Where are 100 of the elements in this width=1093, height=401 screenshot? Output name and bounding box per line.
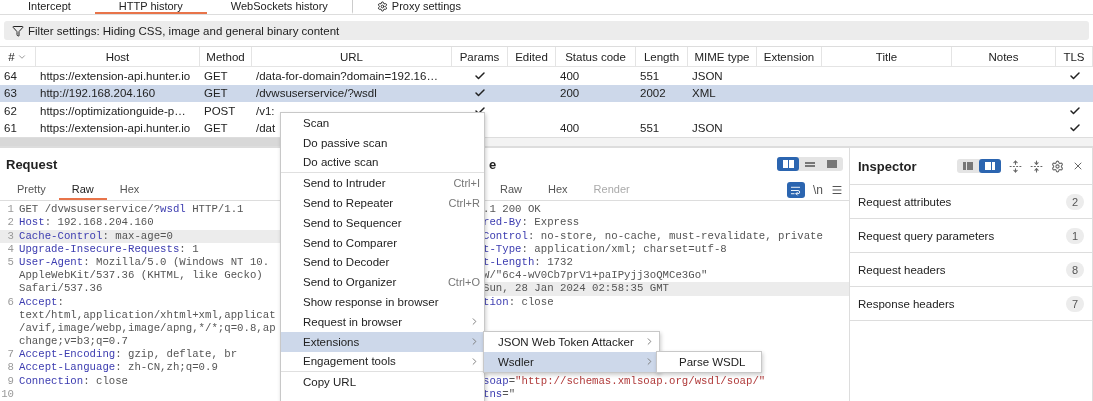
tab[interactable]: Raw — [58, 180, 107, 201]
code-line: Accept: — [19, 295, 64, 309]
wrap-toggle[interactable] — [787, 182, 805, 199]
panel-title: Request — [6, 156, 58, 172]
count-badge: 1 — [1065, 227, 1084, 244]
check-icon — [474, 69, 486, 82]
menu-item[interactable]: Engagement tools — [281, 351, 484, 372]
table-cell: 400 — [560, 69, 580, 82]
table-cell: GET — [204, 87, 228, 100]
inspector-section[interactable]: Request query parameters 1 — [850, 219, 1092, 254]
code-line: t-Length: 1732 — [483, 255, 573, 270]
check-icon — [1068, 104, 1081, 117]
inspector-section[interactable]: Request attributes 2 — [850, 185, 1092, 220]
newline-toggle[interactable]: \n — [813, 183, 823, 198]
settings-icon — [1051, 159, 1064, 173]
menu-item[interactable]: Wsdler — [484, 351, 659, 372]
line-number: 3 — [6, 229, 15, 243]
table-cell: /dat — [256, 122, 276, 135]
column-header[interactable]: Title — [822, 47, 952, 67]
line-number: 4 — [6, 242, 15, 256]
column-header[interactable]: Extension — [757, 47, 822, 67]
table-cell: 200 — [560, 87, 580, 100]
count-badge: 7 — [1065, 295, 1084, 312]
panel-title: Inspector — [858, 158, 917, 174]
menu-item[interactable]: Send to Comparer — [281, 232, 484, 253]
tab[interactable]: HTTP history — [94, 0, 207, 14]
line-number: 9 — [6, 374, 15, 388]
line-number: 6 — [6, 295, 15, 309]
menu-item[interactable]: Send to Repeater Ctrl+R — [281, 193, 484, 213]
line-number: 10 — [0, 387, 15, 401]
line-number: 2 — [6, 216, 15, 230]
side-layout-icon — [985, 162, 995, 171]
filter-bar[interactable]: Filter settings: Hiding CSS, image and general binary content — [4, 21, 1089, 41]
table-cell: 551 — [640, 122, 660, 135]
table-cell: 2002 — [640, 87, 666, 100]
tab[interactable]: Intercept — [4, 0, 95, 14]
menu-item[interactable]: Parse WSDL — [657, 352, 761, 372]
column-header[interactable]: TLS — [1056, 47, 1093, 67]
expand-vertical-icon — [1009, 159, 1022, 173]
collapse-vertical-icon — [1030, 159, 1043, 173]
column-header[interactable]: URL — [252, 47, 452, 67]
table-cell: https://optimizationguide-p… — [40, 104, 186, 117]
split-columns-icon — [782, 160, 794, 169]
single-pane-icon — [827, 160, 837, 169]
table-cell: /dvwsuserservice/?wsdl — [256, 87, 377, 100]
layout-toggle[interactable] — [777, 157, 799, 172]
menu-item[interactable]: Extensions — [281, 331, 484, 352]
line-number: 7 — [6, 348, 15, 362]
table-cell: 62 — [4, 104, 17, 117]
check-icon — [1068, 69, 1081, 82]
table-cell: /data-for-domain?domain=192.16… — [256, 69, 438, 82]
inspector-section[interactable]: Response headers 7 — [850, 287, 1092, 322]
menu-item[interactable]: Copy URL — [281, 372, 484, 393]
tab[interactable]: Raw — [487, 180, 535, 201]
table-cell: XML — [692, 87, 716, 100]
code-line: t-Type: application/xml; charset=utf-8 — [483, 242, 727, 256]
column-header[interactable]: Params — [452, 47, 508, 67]
code-line: text/html,application/xhtml+xml,applicat — [19, 308, 276, 322]
code-line: W/"6c4-wV0Cb7prV1+paIPyjj3oQMCe3Go" — [483, 269, 708, 283]
code-line: Safari/537.36 — [19, 282, 103, 296]
menu-item[interactable]: Request in browser — [281, 311, 484, 332]
menu-item[interactable]: Do active scan — [281, 152, 484, 173]
column-header[interactable]: Edited — [508, 47, 556, 67]
tab[interactable]: Hex — [106, 180, 153, 201]
code-line: change;v=b3;q=0.7 — [19, 335, 129, 349]
menu-item[interactable]: Send to Sequencer — [281, 213, 484, 233]
menu-item[interactable]: Send to Decoder — [281, 252, 484, 273]
table-cell: 61 — [4, 122, 17, 135]
tab[interactable]: Hex — [535, 180, 581, 201]
menu-item[interactable]: Send to Organizer Ctrl+O — [281, 272, 484, 293]
code-line: .1 200 OK — [483, 203, 541, 217]
layout-toggle[interactable] — [979, 159, 1001, 174]
table-cell: JSON — [692, 69, 723, 82]
table-cell: 400 — [560, 122, 580, 135]
filter-icon — [12, 24, 24, 37]
column-header[interactable]: Notes — [952, 47, 1056, 67]
table-cell: 63 — [4, 87, 17, 100]
inspector-section[interactable]: Request headers 8 — [850, 253, 1092, 288]
column-header[interactable]: Host — [36, 47, 200, 67]
panel-title: e — [489, 156, 497, 172]
code-line: Upgrade-Insecure-Requests: 1 — [19, 242, 199, 256]
menu-item[interactable]: Show response in browser — [281, 292, 484, 312]
column-header[interactable]: Method — [200, 47, 252, 67]
line-number: 5 — [6, 255, 15, 270]
split-rows-icon — [805, 161, 815, 167]
menu-item[interactable]: Send to Intruder Ctrl+I — [281, 173, 484, 194]
code-line: User-Agent: Mozilla/5.0 (Windows NT 10. — [19, 255, 270, 270]
column-header[interactable]: MIME type — [688, 47, 757, 67]
tab[interactable]: Pretty — [4, 180, 59, 201]
column-header[interactable]: # — [0, 47, 36, 67]
table-cell: https://extension-api.hunter.io — [40, 122, 191, 135]
column-header[interactable]: Length — [636, 47, 688, 67]
wrap-text-icon — [790, 184, 802, 196]
line-number: 8 — [6, 361, 15, 375]
count-badge: 8 — [1065, 261, 1084, 278]
menu-item[interactable]: JSON Web Token Attacker — [484, 332, 659, 352]
tab[interactable]: Proxy settings — [351, 0, 485, 14]
column-header[interactable]: Status code — [556, 47, 636, 67]
tab[interactable]: WebSockets history — [206, 0, 352, 14]
line-number: 1 — [6, 203, 15, 217]
